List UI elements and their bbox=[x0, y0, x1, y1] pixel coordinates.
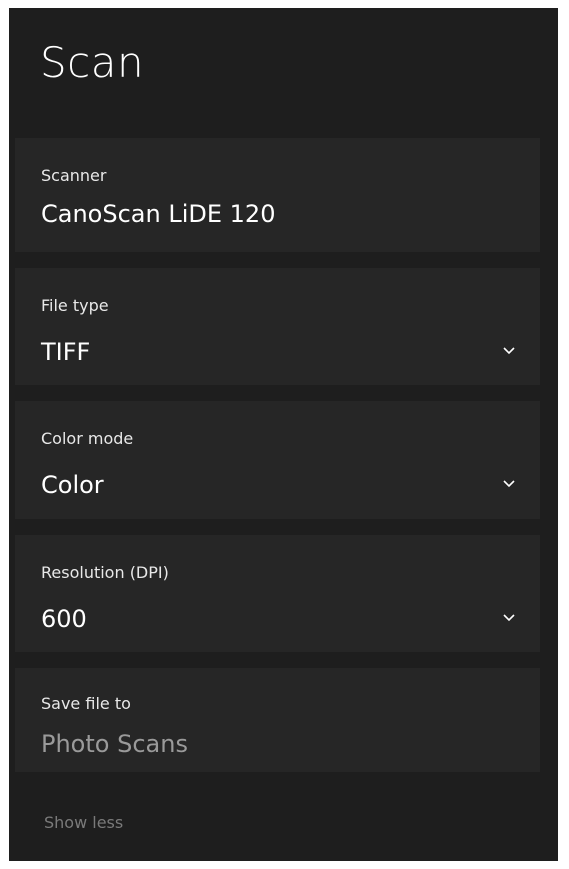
color-mode-value: Color bbox=[41, 471, 104, 499]
page-title: Scan bbox=[40, 38, 145, 87]
save-location-value: Photo Scans bbox=[41, 730, 188, 758]
show-less-link[interactable]: Show less bbox=[44, 813, 123, 832]
save-location-field[interactable]: Save file to Photo Scans bbox=[15, 668, 540, 772]
save-location-label: Save file to bbox=[41, 694, 131, 713]
chevron-down-icon bbox=[503, 347, 515, 355]
chevron-down-icon bbox=[503, 480, 515, 488]
scan-panel: Scan Scanner CanoScan LiDE 120 File type… bbox=[9, 8, 558, 861]
color-mode-dropdown[interactable]: Color mode Color bbox=[15, 401, 540, 519]
file-type-dropdown[interactable]: File type TIFF bbox=[15, 268, 540, 385]
chevron-down-icon bbox=[503, 614, 515, 622]
scanner-field[interactable]: Scanner CanoScan LiDE 120 bbox=[15, 138, 540, 252]
file-type-label: File type bbox=[41, 296, 109, 315]
color-mode-label: Color mode bbox=[41, 429, 134, 448]
scanner-label: Scanner bbox=[41, 166, 107, 185]
scanner-value: CanoScan LiDE 120 bbox=[41, 200, 276, 228]
resolution-dropdown[interactable]: Resolution (DPI) 600 bbox=[15, 535, 540, 652]
resolution-label: Resolution (DPI) bbox=[41, 563, 169, 582]
file-type-value: TIFF bbox=[41, 338, 91, 366]
resolution-value: 600 bbox=[41, 605, 87, 633]
